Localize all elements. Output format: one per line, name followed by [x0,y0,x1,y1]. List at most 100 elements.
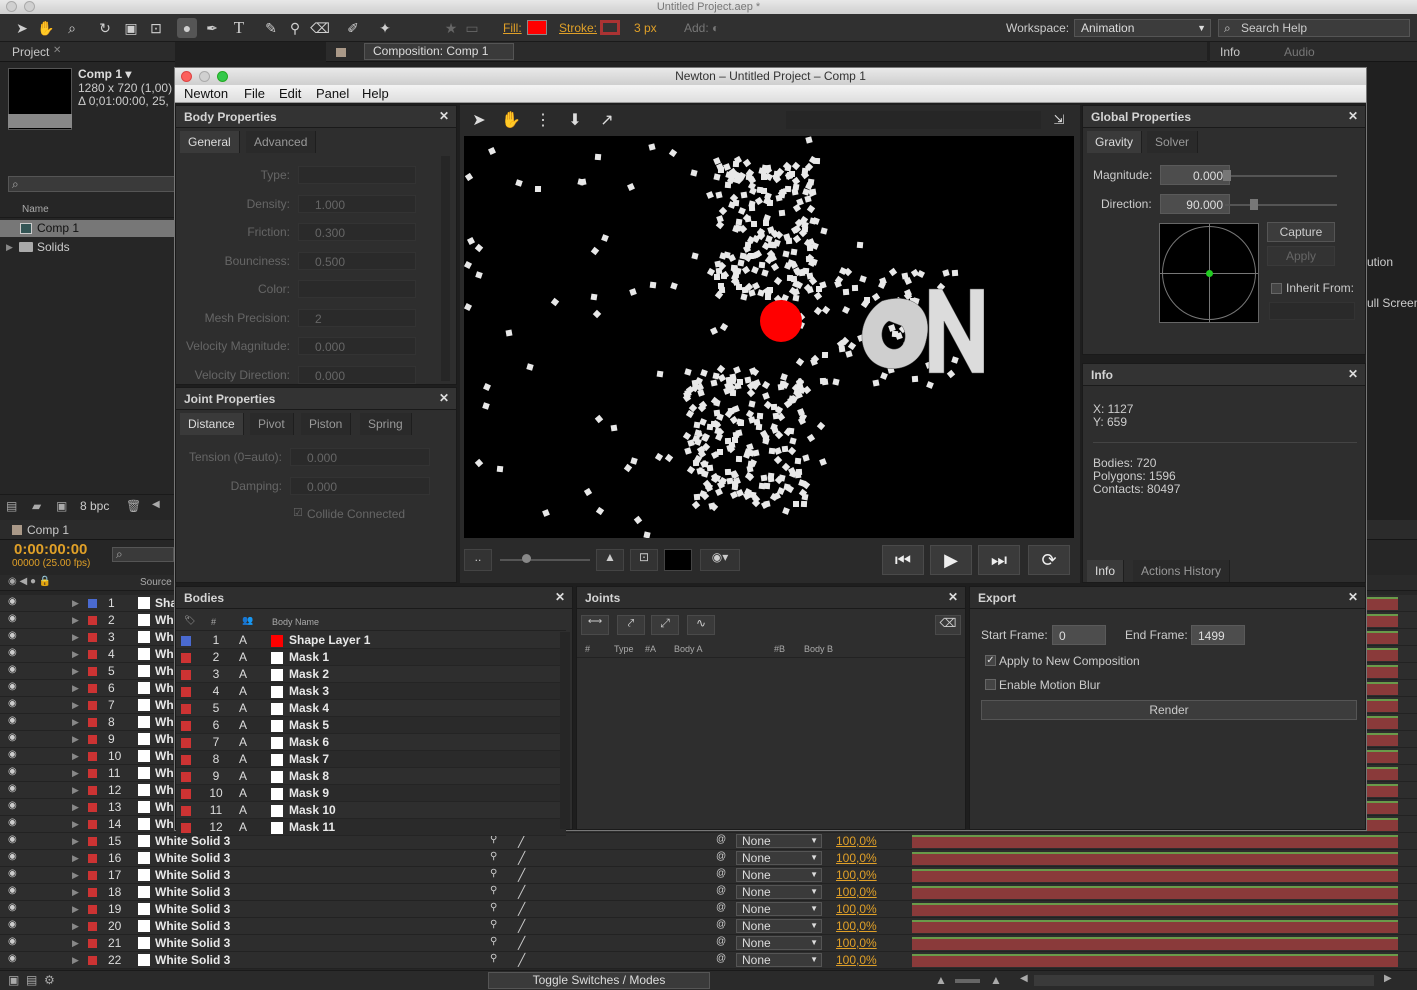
body-label-color[interactable] [181,704,191,714]
bodies-num-header[interactable]: # [211,617,216,627]
quality-switch-icon[interactable]: ╱ [518,919,525,933]
disclosure-triangle-icon[interactable]: ▶ [72,751,79,762]
label-color-swatch[interactable] [88,718,97,727]
body-type[interactable]: A [239,666,247,683]
disclosure-triangle-icon[interactable]: ▶ [72,649,79,660]
menu-help[interactable]: Help [362,86,389,101]
layer-name[interactable]: Wh [155,732,174,746]
label-color-swatch[interactable] [88,922,97,931]
body-row[interactable]: 12 A Mask 11 [176,819,566,836]
body-type[interactable]: A [239,802,247,819]
search-help-input[interactable]: ⌕ Search Help [1218,19,1410,37]
eye-icon[interactable]: ◉ [8,902,17,913]
shy-switch-icon[interactable]: ⚲ [490,953,497,964]
skip-to-start-icon[interactable]: ⏮ [882,545,924,575]
layer-duration-bar[interactable] [912,903,1398,916]
loop-icon[interactable]: ⟳ [1028,545,1070,575]
workspace-select[interactable]: Animation ▼ [1074,19,1211,37]
scroll-left-icon[interactable]: ◀ [152,499,160,510]
reset-view-button[interactable]: .. [464,549,492,571]
label-color-swatch[interactable] [88,769,97,778]
parent-pickwhip-icon[interactable]: @ [716,834,726,845]
body-row[interactable]: 6 A Mask 5 [176,717,566,734]
magnitude-slider[interactable] [1225,175,1337,177]
layer-name[interactable]: White Solid 3 [155,868,230,882]
zoom-slider-track[interactable] [500,559,590,561]
close-icon[interactable]: ✕ [438,110,450,122]
disclosure-triangle-icon[interactable]: ▶ [72,632,79,643]
body-label-color[interactable] [181,670,191,680]
layer-name[interactable]: Wh [155,681,174,695]
label-color-swatch[interactable] [88,803,97,812]
step-forward-icon[interactable]: ⏭ [978,545,1020,575]
body-label-color[interactable] [181,687,191,697]
layer-row[interactable]: ◉ ▶ 21 White Solid 3 ⚲ ╱ @ None ▼ 100,0% [0,935,1417,952]
tab-info[interactable]: Info [1220,45,1240,59]
body-color-swatch[interactable] [271,703,283,715]
tab-gravity[interactable]: Gravity [1087,131,1143,153]
body-type[interactable]: A [239,649,247,666]
minimize-window-button[interactable] [199,71,210,82]
motion-blur-checkbox[interactable] [985,679,996,690]
label-color-swatch[interactable] [88,854,97,863]
disclosure-triangle-icon[interactable]: ▶ [72,683,79,694]
body-row[interactable]: 1 A Shape Layer 1 [176,632,566,649]
layer-duration-bar[interactable] [912,869,1398,882]
tab-spring[interactable]: Spring [360,413,412,435]
apply-button[interactable]: Apply [1267,246,1335,266]
eye-icon[interactable]: ◉ [8,766,17,777]
close-icon[interactable]: ✕ [438,392,450,404]
layer-name[interactable]: Wh [155,783,174,797]
quality-switch-icon[interactable]: ╱ [518,834,525,848]
fill-swatch[interactable] [527,20,547,35]
disclosure-triangle-icon[interactable]: ▶ [72,938,79,949]
layer-name[interactable]: Wh [155,698,174,712]
body-label-color[interactable] [181,636,191,646]
close-icon[interactable]: ✕ [1347,591,1359,603]
layer-duration-bar[interactable] [912,937,1398,950]
body-prop-field[interactable]: 2 [298,308,416,327]
shy-switch-icon[interactable]: ⚲ [490,868,497,879]
add-circle-icon[interactable]: ◐ [712,21,719,35]
body-label-color[interactable] [181,653,191,663]
source-name-header[interactable]: Source [140,577,172,588]
quality-switch-icon[interactable]: ╱ [518,902,525,916]
label-color-swatch[interactable] [88,956,97,965]
body-prop-field[interactable]: 0.500 [298,251,416,270]
eye-icon[interactable]: ◉ [8,681,17,692]
body-prop-field[interactable]: 1.000 [298,194,416,213]
body-type[interactable]: A [239,751,247,768]
tab-advanced[interactable]: Advanced [246,131,317,153]
joints-body-a-header[interactable]: Body A [674,644,703,654]
body-color-swatch[interactable] [271,788,283,800]
end-frame-field[interactable]: 1499 [1191,625,1245,645]
timeline-scrollbar[interactable] [1034,975,1374,986]
eye-icon[interactable]: ◉ [8,783,17,794]
tab-piston[interactable]: Piston [301,413,352,435]
hand-tool-icon[interactable]: ✋ [498,107,524,133]
body-prop-field[interactable]: 0.000 [298,365,416,384]
body-color-swatch[interactable] [271,771,283,783]
body-color-swatch[interactable] [271,652,283,664]
label-color-swatch[interactable] [88,684,97,693]
body-label-color[interactable] [181,823,191,833]
zoom-window-button[interactable] [217,71,228,82]
damping-field[interactable]: 0.000 [290,477,430,495]
stroke-width[interactable]: 3 px [634,21,657,35]
red-circle-body[interactable] [760,300,802,342]
zoom-slider-handle[interactable] [522,554,531,563]
eye-icon[interactable]: ◉ [8,596,17,607]
ellipse-tool-icon[interactable]: ● [177,18,197,38]
label-color-swatch[interactable] [88,786,97,795]
eye-icon[interactable]: ◉ [8,851,17,862]
stretch-percent[interactable]: 100,0% [836,834,877,848]
magnitude-field[interactable]: 0.000 [1160,165,1230,185]
body-color-swatch[interactable] [271,669,283,681]
label-color-swatch[interactable] [88,599,97,608]
shy-switch-icon[interactable]: ⚲ [490,936,497,947]
body-properties-scrollbar[interactable] [441,156,450,381]
project-item-solids[interactable]: ▶ Solids [0,239,175,256]
disclosure-triangle-icon[interactable]: ▶ [72,904,79,915]
grid-tool-icon[interactable]: ⋮ [530,107,556,133]
body-label-color[interactable] [181,772,191,782]
